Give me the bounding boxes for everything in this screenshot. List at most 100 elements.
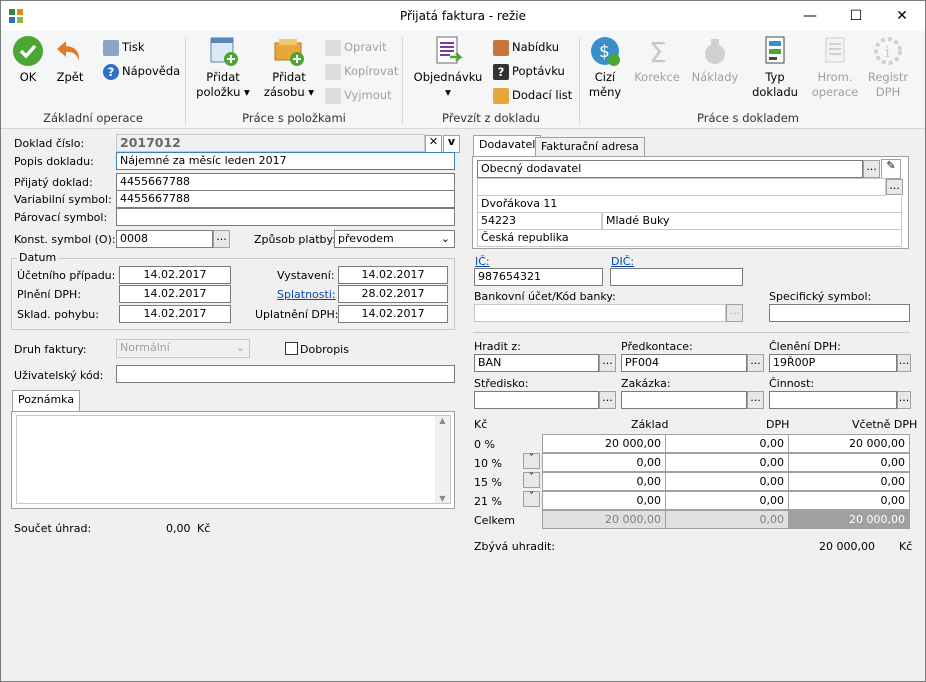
dic-link[interactable]: DIČ: bbox=[611, 255, 634, 268]
due-date-link[interactable]: Splatnosti: bbox=[277, 288, 336, 301]
ribbon-toolbar: OK Zpět Tisk ? Nápověda Základní operace … bbox=[1, 31, 925, 129]
vat-base-15[interactable]: 0,00 bbox=[542, 472, 666, 491]
order-input[interactable] bbox=[621, 391, 747, 409]
const-symbol-input[interactable]: 0008 bbox=[116, 230, 213, 248]
vat-claim-date-input[interactable]: 14.02.2017 bbox=[338, 305, 448, 323]
copy-button[interactable]: Kopírovat bbox=[325, 61, 398, 81]
vat-total-15[interactable]: 0,00 bbox=[788, 472, 910, 491]
received-doc-input[interactable]: 4455667788 bbox=[116, 173, 455, 191]
bank-account-browse-button[interactable]: ... bbox=[726, 304, 743, 322]
help-button[interactable]: ? Nápověda bbox=[103, 61, 180, 81]
accounting-date-input[interactable]: 14.02.2017 bbox=[119, 266, 231, 284]
payment-method-label: Způsob platby: bbox=[254, 233, 336, 246]
specific-symbol-input[interactable] bbox=[769, 304, 910, 322]
correction-button[interactable]: Σ Korekce bbox=[631, 35, 683, 85]
center-input[interactable] bbox=[474, 391, 599, 409]
sigma-icon: Σ bbox=[649, 36, 667, 67]
precontation-input[interactable]: PF004 bbox=[621, 354, 747, 372]
vat-total-0[interactable]: 20 000,00 bbox=[788, 434, 910, 453]
address-book-button[interactable]: ✎ bbox=[881, 159, 901, 179]
order-browse-button[interactable]: ... bbox=[747, 391, 764, 409]
bulk-operations-button[interactable]: Hrom. operace bbox=[809, 35, 861, 100]
vat-total-10[interactable]: 0,00 bbox=[788, 453, 910, 472]
vat-date-input[interactable]: 14.02.2017 bbox=[119, 285, 231, 303]
back-label: Zpět bbox=[56, 70, 84, 84]
stock-date-input[interactable]: 14.02.2017 bbox=[119, 305, 231, 323]
close-window-button[interactable]: ✕ bbox=[879, 1, 925, 31]
chevron-down-icon: ˇ bbox=[528, 452, 535, 465]
rate-10-dropdown-button[interactable]: ˇ bbox=[523, 453, 540, 469]
vat-classification-browse-button[interactable]: ... bbox=[897, 354, 911, 372]
ic-input[interactable]: 987654321 bbox=[474, 268, 603, 286]
note-scrollbar[interactable]: ▲ ▼ bbox=[435, 416, 450, 503]
dic-input[interactable] bbox=[610, 268, 743, 286]
vat-classification-input[interactable]: 19Ř00P bbox=[769, 354, 897, 372]
vat-amount-21[interactable]: 0,00 bbox=[665, 491, 789, 510]
add-item-label-1: Přidat bbox=[206, 70, 240, 84]
pairing-symbol-input[interactable] bbox=[116, 208, 455, 226]
due-date-input[interactable]: 28.02.2017 bbox=[338, 285, 448, 303]
vat-register-button[interactable]: i Registr DPH bbox=[863, 35, 913, 100]
svg-text:i: i bbox=[885, 43, 890, 61]
tab-supplier[interactable]: Dodavatel bbox=[473, 135, 542, 157]
city-input[interactable]: Mladé Buky bbox=[602, 212, 902, 230]
rate-21-dropdown-button[interactable]: ˇ bbox=[523, 491, 540, 507]
payment-method-select[interactable]: převodem ⌄ bbox=[334, 230, 455, 248]
print-button[interactable]: Tisk bbox=[103, 37, 145, 57]
supplier-name-input[interactable]: Obecný dodavatel bbox=[477, 160, 863, 178]
cut-button[interactable]: Vyjmout bbox=[325, 85, 392, 105]
note-textarea[interactable] bbox=[16, 415, 451, 504]
tab-billing-address[interactable]: Fakturační adresa bbox=[535, 137, 645, 157]
minimize-button[interactable]: — bbox=[787, 1, 833, 31]
vat-base-21[interactable]: 0,00 bbox=[542, 491, 666, 510]
ok-button[interactable]: OK bbox=[9, 35, 47, 85]
edit-button[interactable]: Opravit bbox=[325, 37, 387, 57]
vat-amount-15[interactable]: 0,00 bbox=[665, 472, 789, 491]
clear-doc-number-button[interactable]: ✕ bbox=[425, 135, 442, 153]
add-item-button[interactable]: Přidat položku ▾ bbox=[191, 35, 255, 100]
credit-note-checkbox[interactable] bbox=[285, 342, 298, 355]
supplier-browse-button[interactable]: ... bbox=[863, 160, 880, 178]
bank-account-input[interactable] bbox=[474, 304, 726, 322]
tab-note[interactable]: Poznámka bbox=[12, 390, 81, 412]
vat-base-0[interactable]: 20 000,00 bbox=[542, 434, 666, 453]
vat-base-10[interactable]: 0,00 bbox=[542, 453, 666, 472]
offer-button[interactable]: Nabídku bbox=[493, 37, 559, 57]
pay-from-browse-button[interactable]: ... bbox=[599, 354, 616, 372]
invoice-kind-label: Druh faktury: bbox=[14, 343, 87, 356]
costs-button[interactable]: Náklady bbox=[689, 35, 741, 85]
variable-symbol-input[interactable]: 4455667788 bbox=[116, 190, 455, 208]
precontation-browse-button[interactable]: ... bbox=[747, 354, 764, 372]
order-button[interactable]: Objednávku ▾ bbox=[411, 35, 485, 100]
activity-input[interactable] bbox=[769, 391, 897, 409]
user-code-input[interactable] bbox=[116, 365, 455, 383]
invoice-kind-select[interactable]: Normální ⌄ bbox=[116, 339, 250, 358]
doc-number-field[interactable]: 2017012 bbox=[116, 134, 425, 152]
document-type-button[interactable]: Typ dokladu bbox=[749, 35, 801, 100]
doc-number-dropdown-button[interactable]: v bbox=[443, 135, 460, 153]
add-stock-button[interactable]: Přidat zásobu ▾ bbox=[257, 35, 321, 100]
foreign-currency-button[interactable]: $ Cizí měny bbox=[585, 35, 625, 100]
country-input[interactable]: Česká republika bbox=[477, 229, 902, 247]
inquiry-button[interactable]: ? Poptávku bbox=[493, 61, 565, 81]
pay-from-input[interactable]: BAN bbox=[474, 354, 599, 372]
maximize-button[interactable]: ☐ bbox=[833, 1, 879, 31]
delivery-note-button[interactable]: Dodací list bbox=[493, 85, 572, 105]
const-symbol-browse-button[interactable]: ... bbox=[213, 230, 230, 248]
rate-15-dropdown-button[interactable]: ˇ bbox=[523, 472, 540, 488]
center-browse-button[interactable]: ... bbox=[599, 391, 616, 409]
back-button[interactable]: Zpět bbox=[51, 35, 89, 85]
supplier-line2-input[interactable] bbox=[477, 178, 886, 196]
zip-input[interactable]: 54223 bbox=[477, 212, 602, 230]
activity-browse-button[interactable]: ... bbox=[897, 391, 911, 409]
description-input[interactable]: Nájemné za měsíc leden 2017 bbox=[116, 152, 455, 170]
printer-icon bbox=[103, 39, 119, 56]
vat-amount-10[interactable]: 0,00 bbox=[665, 453, 789, 472]
copy-label: Kopírovat bbox=[344, 64, 399, 78]
ic-link[interactable]: IČ: bbox=[475, 255, 490, 268]
issue-date-input[interactable]: 14.02.2017 bbox=[338, 266, 448, 284]
vat-total-21[interactable]: 0,00 bbox=[788, 491, 910, 510]
help-label: Nápověda bbox=[122, 64, 181, 78]
vat-amount-0[interactable]: 0,00 bbox=[665, 434, 789, 453]
supplier-line2-browse-button[interactable]: ... bbox=[886, 179, 903, 195]
